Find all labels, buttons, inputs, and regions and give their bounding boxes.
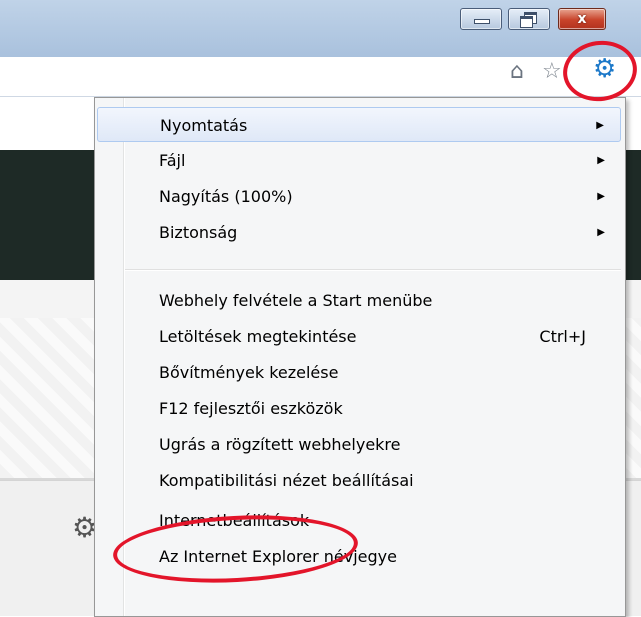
menu-item-label: Bővítmények kezelése — [159, 363, 339, 382]
menu-item-dev-tools[interactable]: F12 fejlesztői eszközök — [97, 391, 621, 426]
menu-item-zoom[interactable]: Nagyítás (100%) ▶ — [97, 179, 621, 214]
menu-item-compat-view[interactable]: Kompatibilitási nézet beállításai — [97, 463, 621, 498]
menu-item-add-to-start[interactable]: Webhely felvétele a Start menübe — [97, 283, 621, 318]
menu-item-shortcut: Ctrl+J — [539, 327, 586, 346]
star-icon[interactable]: ☆ — [542, 59, 562, 85]
menu-item-pinned-sites[interactable]: Ugrás a rögzített webhelyekre — [97, 427, 621, 462]
menu-item-view-downloads[interactable]: Letöltések megtekintése Ctrl+J — [97, 319, 621, 354]
menu-separator — [125, 269, 621, 271]
menu-item-label: Biztonság — [159, 223, 238, 242]
gear-icon: ⚙ — [72, 511, 98, 544]
menu-item-manage-addons[interactable]: Bővítmények kezelése — [97, 355, 621, 390]
menu-item-label: Kompatibilitási nézet beállításai — [159, 471, 414, 490]
menu-item-label: Fájl — [159, 151, 186, 170]
menu-item-print[interactable]: Nyomtatás ▶ — [97, 107, 621, 142]
menu-item-label: Letöltések megtekintése — [159, 327, 357, 346]
close-button[interactable]: x — [558, 8, 606, 30]
menu-item-label: Nagyítás (100%) — [159, 187, 293, 206]
submenu-arrow-icon: ▶ — [597, 191, 605, 202]
minimize-button[interactable] — [460, 8, 502, 30]
menu-item-label: Webhely felvétele a Start menübe — [159, 291, 433, 310]
menu-item-label: Nyomtatás — [160, 116, 248, 135]
window-titlebar: x — [0, 0, 641, 57]
submenu-arrow-icon: ▶ — [596, 120, 604, 131]
submenu-arrow-icon: ▶ — [597, 227, 605, 238]
minimize-icon — [474, 19, 490, 24]
restore-button[interactable] — [508, 8, 550, 30]
close-icon: x — [577, 11, 587, 27]
submenu-arrow-icon: ▶ — [597, 155, 605, 166]
restore-icon-back — [520, 16, 533, 28]
menu-item-file[interactable]: Fájl ▶ — [97, 143, 621, 178]
menu-item-label: Ugrás a rögzített webhelyekre — [159, 435, 401, 454]
menu-item-label: F12 fejlesztői eszközök — [159, 399, 343, 418]
home-icon[interactable]: ⌂ — [510, 59, 524, 85]
menu-item-security[interactable]: Biztonság ▶ — [97, 215, 621, 250]
